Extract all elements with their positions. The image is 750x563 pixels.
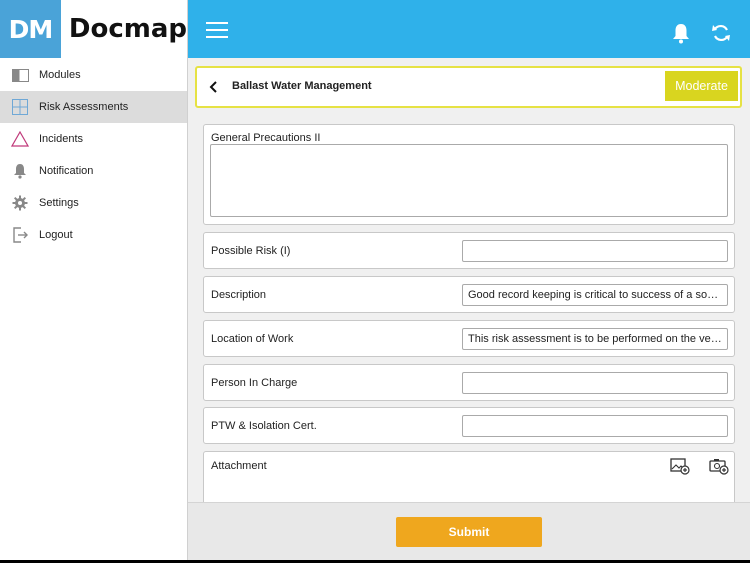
person-in-charge-input[interactable]	[462, 372, 728, 394]
bell-icon[interactable]	[670, 22, 692, 44]
risk-level-badge: Moderate	[665, 71, 738, 101]
sidebar-item-label: Notification	[39, 165, 94, 177]
sidebar-item-risk-assessments[interactable]: Risk Assessments	[0, 91, 187, 123]
attachment-card: Attachment	[203, 451, 735, 502]
location-label: Location of Work	[211, 333, 294, 345]
ptw-card: PTW & Isolation Cert.	[203, 407, 735, 444]
sidebar-item-label: Logout	[39, 229, 73, 241]
sidebar-item-settings[interactable]: Settings	[0, 187, 187, 219]
modules-icon	[11, 66, 29, 84]
grid-icon	[11, 98, 29, 116]
general-precautions-textarea[interactable]	[210, 144, 728, 217]
sidebar: DM Docmap Modules Risk Assessments Incid…	[0, 0, 188, 560]
possible-risk-input[interactable]	[462, 240, 728, 262]
sync-icon[interactable]	[710, 22, 732, 44]
sidebar-item-modules[interactable]: Modules	[0, 59, 187, 91]
ptw-input[interactable]	[462, 415, 728, 437]
attachment-label: Attachment	[211, 460, 267, 472]
description-card: Description Good record keeping is criti…	[203, 276, 735, 313]
logo-text: Docmap	[68, 14, 187, 44]
form-title-bar: Ballast Water Management Moderate	[195, 66, 742, 108]
add-photo-camera-icon[interactable]	[709, 457, 729, 475]
sidebar-item-label: Modules	[39, 69, 81, 81]
sidebar-item-logout[interactable]: Logout	[0, 219, 187, 251]
app-logo: DM Docmap	[0, 0, 187, 58]
sidebar-item-notification[interactable]: Notification	[0, 155, 187, 187]
ptw-label: PTW & Isolation Cert.	[211, 420, 317, 432]
description-input[interactable]: Good record keeping is critical to succe…	[462, 284, 728, 306]
back-chevron-icon[interactable]	[207, 80, 221, 94]
person-in-charge-label: Person In Charge	[211, 377, 298, 389]
sidebar-nav: Modules Risk Assessments Incidents Notif…	[0, 58, 187, 251]
possible-risk-card: Possible Risk (I)	[203, 232, 735, 269]
main-content: Ballast Water Management Moderate Genera…	[188, 58, 750, 502]
top-header	[188, 0, 750, 58]
submit-button[interactable]: Submit	[396, 517, 542, 547]
general-precautions-card: General Precautions II	[203, 124, 735, 225]
sidebar-item-label: Settings	[39, 197, 79, 209]
add-image-icon[interactable]	[670, 457, 690, 475]
person-in-charge-card: Person In Charge	[203, 364, 735, 401]
sidebar-item-incidents[interactable]: Incidents	[0, 123, 187, 155]
logo-badge: DM	[0, 0, 61, 58]
form-footer: Submit	[188, 502, 750, 560]
general-precautions-label: General Precautions II	[211, 132, 321, 144]
form-title: Ballast Water Management	[232, 80, 372, 92]
description-label: Description	[211, 289, 267, 301]
logout-icon	[11, 226, 29, 244]
possible-risk-label: Possible Risk (I)	[211, 245, 291, 257]
warning-triangle-icon	[11, 130, 29, 148]
location-card: Location of Work This risk assessment is…	[203, 320, 735, 357]
hamburger-menu-icon[interactable]	[206, 22, 228, 38]
bell-icon	[11, 162, 29, 180]
gear-icon	[11, 194, 29, 212]
location-input[interactable]: This risk assessment is to be performed …	[462, 328, 728, 350]
sidebar-item-label: Risk Assessments	[39, 101, 129, 113]
sidebar-item-label: Incidents	[39, 133, 84, 145]
